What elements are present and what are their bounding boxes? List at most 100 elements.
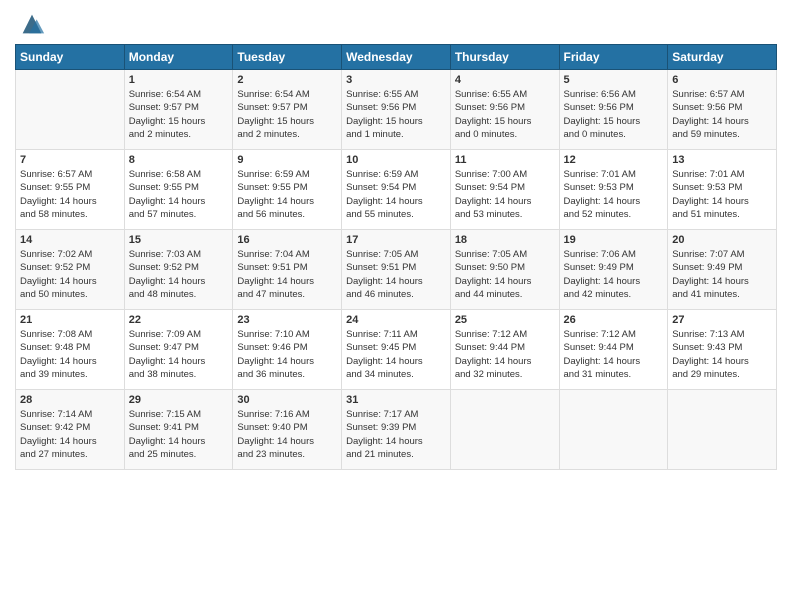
day-info: Sunrise: 7:17 AM Sunset: 9:39 PM Dayligh… — [346, 408, 446, 461]
day-info: Sunrise: 6:55 AM Sunset: 9:56 PM Dayligh… — [455, 88, 555, 141]
day-number: 6 — [672, 74, 772, 86]
day-cell: 6 Sunrise: 6:57 AM Sunset: 9:56 PM Daylig… — [668, 70, 777, 150]
day-number: 2 — [237, 74, 337, 86]
day-cell: 17Sunrise: 7:05 AM Sunset: 9:51 PM Dayli… — [342, 230, 451, 310]
header-row: SundayMondayTuesdayWednesdayThursdayFrid… — [16, 45, 777, 70]
day-cell: 16 Sunrise: 7:04 AM Sunset: 9:51 PM Dayli… — [233, 230, 342, 310]
day-cell: 7 Sunrise: 6:57 AM Sunset: 9:55 PM Daylig… — [16, 150, 125, 230]
day-number: 27 — [672, 314, 772, 326]
day-number: 29 — [129, 394, 229, 406]
day-cell: 24Sunrise: 7:11 AM Sunset: 9:45 PM Dayli… — [342, 310, 451, 390]
day-number: 10 — [346, 154, 446, 166]
day-info: Sunrise: 6:59 AM Sunset: 9:55 PM Dayligh… — [237, 168, 337, 221]
day-number: 3 — [346, 74, 446, 86]
day-number: 16 — [237, 234, 337, 246]
day-number: 30 — [237, 394, 337, 406]
day-cell: 29 Sunrise: 7:15 AM Sunset: 9:41 PM Dayli… — [124, 390, 233, 470]
day-cell — [559, 390, 668, 470]
day-info: Sunrise: 7:10 AM Sunset: 9:46 PM Dayligh… — [237, 328, 337, 381]
week-row-2: 7 Sunrise: 6:57 AM Sunset: 9:55 PM Daylig… — [16, 150, 777, 230]
day-number: 1 — [129, 74, 229, 86]
day-info: Sunrise: 7:13 AM Sunset: 9:43 PM Dayligh… — [672, 328, 772, 381]
week-row-5: 28Sunrise: 7:14 AM Sunset: 9:42 PM Dayli… — [16, 390, 777, 470]
day-cell: 13 Sunrise: 7:01 AM Sunset: 9:53 PM Dayli… — [668, 150, 777, 230]
header-cell-friday: Friday — [559, 45, 668, 70]
day-info: Sunrise: 7:15 AM Sunset: 9:41 PM Dayligh… — [129, 408, 229, 461]
day-number: 23 — [237, 314, 337, 326]
day-cell: 8 Sunrise: 6:58 AM Sunset: 9:55 PM Daylig… — [124, 150, 233, 230]
day-info: Sunrise: 7:12 AM Sunset: 9:44 PM Dayligh… — [564, 328, 664, 381]
day-cell: 22 Sunrise: 7:09 AM Sunset: 9:47 PM Dayli… — [124, 310, 233, 390]
day-cell: 4 Sunrise: 6:55 AM Sunset: 9:56 PM Daylig… — [450, 70, 559, 150]
day-info: Sunrise: 6:59 AM Sunset: 9:54 PM Dayligh… — [346, 168, 446, 221]
day-number: 20 — [672, 234, 772, 246]
day-cell: 14 Sunrise: 7:02 AM Sunset: 9:52 PM Dayli… — [16, 230, 125, 310]
day-number: 8 — [129, 154, 229, 166]
day-cell: 10 Sunrise: 6:59 AM Sunset: 9:54 PM Dayli… — [342, 150, 451, 230]
day-number: 22 — [129, 314, 229, 326]
day-number: 19 — [564, 234, 664, 246]
day-number: 26 — [564, 314, 664, 326]
day-number: 4 — [455, 74, 555, 86]
day-info: Sunrise: 6:54 AM Sunset: 9:57 PM Dayligh… — [237, 88, 337, 141]
day-info: Sunrise: 7:05 AM Sunset: 9:51 PM Dayligh… — [346, 248, 446, 301]
day-info: Sunrise: 7:04 AM Sunset: 9:51 PM Dayligh… — [237, 248, 337, 301]
day-info: Sunrise: 7:14 AM Sunset: 9:42 PM Dayligh… — [20, 408, 120, 461]
day-cell: 30 Sunrise: 7:16 AM Sunset: 9:40 PM Dayli… — [233, 390, 342, 470]
day-cell: 20 Sunrise: 7:07 AM Sunset: 9:49 PM Dayli… — [668, 230, 777, 310]
day-cell: 9 Sunrise: 6:59 AM Sunset: 9:55 PM Daylig… — [233, 150, 342, 230]
day-number: 9 — [237, 154, 337, 166]
header-cell-thursday: Thursday — [450, 45, 559, 70]
day-info: Sunrise: 7:08 AM Sunset: 9:48 PM Dayligh… — [20, 328, 120, 381]
header-cell-tuesday: Tuesday — [233, 45, 342, 70]
day-info: Sunrise: 6:57 AM Sunset: 9:56 PM Dayligh… — [672, 88, 772, 141]
day-info: Sunrise: 7:12 AM Sunset: 9:44 PM Dayligh… — [455, 328, 555, 381]
day-cell: 15 Sunrise: 7:03 AM Sunset: 9:52 PM Dayli… — [124, 230, 233, 310]
day-info: Sunrise: 6:58 AM Sunset: 9:55 PM Dayligh… — [129, 168, 229, 221]
day-info: Sunrise: 7:01 AM Sunset: 9:53 PM Dayligh… — [672, 168, 772, 221]
day-number: 13 — [672, 154, 772, 166]
day-info: Sunrise: 6:56 AM Sunset: 9:56 PM Dayligh… — [564, 88, 664, 141]
day-info: Sunrise: 7:16 AM Sunset: 9:40 PM Dayligh… — [237, 408, 337, 461]
day-number: 21 — [20, 314, 120, 326]
day-cell — [16, 70, 125, 150]
calendar-table: SundayMondayTuesdayWednesdayThursdayFrid… — [15, 44, 777, 470]
day-info: Sunrise: 6:55 AM Sunset: 9:56 PM Dayligh… — [346, 88, 446, 141]
day-cell: 31 Sunrise: 7:17 AM Sunset: 9:39 PM Dayli… — [342, 390, 451, 470]
day-cell: 2 Sunrise: 6:54 AM Sunset: 9:57 PM Daylig… — [233, 70, 342, 150]
header-cell-monday: Monday — [124, 45, 233, 70]
day-info: Sunrise: 7:01 AM Sunset: 9:53 PM Dayligh… — [564, 168, 664, 221]
day-info: Sunrise: 7:05 AM Sunset: 9:50 PM Dayligh… — [455, 248, 555, 301]
day-number: 31 — [346, 394, 446, 406]
day-number: 25 — [455, 314, 555, 326]
day-cell: 18 Sunrise: 7:05 AM Sunset: 9:50 PM Dayli… — [450, 230, 559, 310]
logo — [15, 10, 46, 38]
day-number: 11 — [455, 154, 555, 166]
day-cell: 21 Sunrise: 7:08 AM Sunset: 9:48 PM Dayli… — [16, 310, 125, 390]
logo-icon — [18, 10, 46, 38]
header — [15, 10, 777, 38]
day-info: Sunrise: 7:02 AM Sunset: 9:52 PM Dayligh… — [20, 248, 120, 301]
day-number: 14 — [20, 234, 120, 246]
day-info: Sunrise: 7:00 AM Sunset: 9:54 PM Dayligh… — [455, 168, 555, 221]
day-cell: 28Sunrise: 7:14 AM Sunset: 9:42 PM Dayli… — [16, 390, 125, 470]
day-cell: 5 Sunrise: 6:56 AM Sunset: 9:56 PM Daylig… — [559, 70, 668, 150]
header-cell-sunday: Sunday — [16, 45, 125, 70]
week-row-1: 1 Sunrise: 6:54 AM Sunset: 9:57 PM Daylig… — [16, 70, 777, 150]
header-cell-saturday: Saturday — [668, 45, 777, 70]
day-cell: 3 Sunrise: 6:55 AM Sunset: 9:56 PM Daylig… — [342, 70, 451, 150]
day-cell: 11 Sunrise: 7:00 AM Sunset: 9:54 PM Dayli… — [450, 150, 559, 230]
day-info: Sunrise: 7:09 AM Sunset: 9:47 PM Dayligh… — [129, 328, 229, 381]
day-cell: 19Sunrise: 7:06 AM Sunset: 9:49 PM Dayli… — [559, 230, 668, 310]
day-number: 18 — [455, 234, 555, 246]
day-number: 15 — [129, 234, 229, 246]
day-info: Sunrise: 7:03 AM Sunset: 9:52 PM Dayligh… — [129, 248, 229, 301]
day-number: 7 — [20, 154, 120, 166]
week-row-3: 14 Sunrise: 7:02 AM Sunset: 9:52 PM Dayli… — [16, 230, 777, 310]
day-cell: 12Sunrise: 7:01 AM Sunset: 9:53 PM Dayli… — [559, 150, 668, 230]
day-number: 5 — [564, 74, 664, 86]
day-cell: 25 Sunrise: 7:12 AM Sunset: 9:44 PM Dayli… — [450, 310, 559, 390]
day-info: Sunrise: 6:57 AM Sunset: 9:55 PM Dayligh… — [20, 168, 120, 221]
day-info: Sunrise: 7:07 AM Sunset: 9:49 PM Dayligh… — [672, 248, 772, 301]
week-row-4: 21 Sunrise: 7:08 AM Sunset: 9:48 PM Dayli… — [16, 310, 777, 390]
